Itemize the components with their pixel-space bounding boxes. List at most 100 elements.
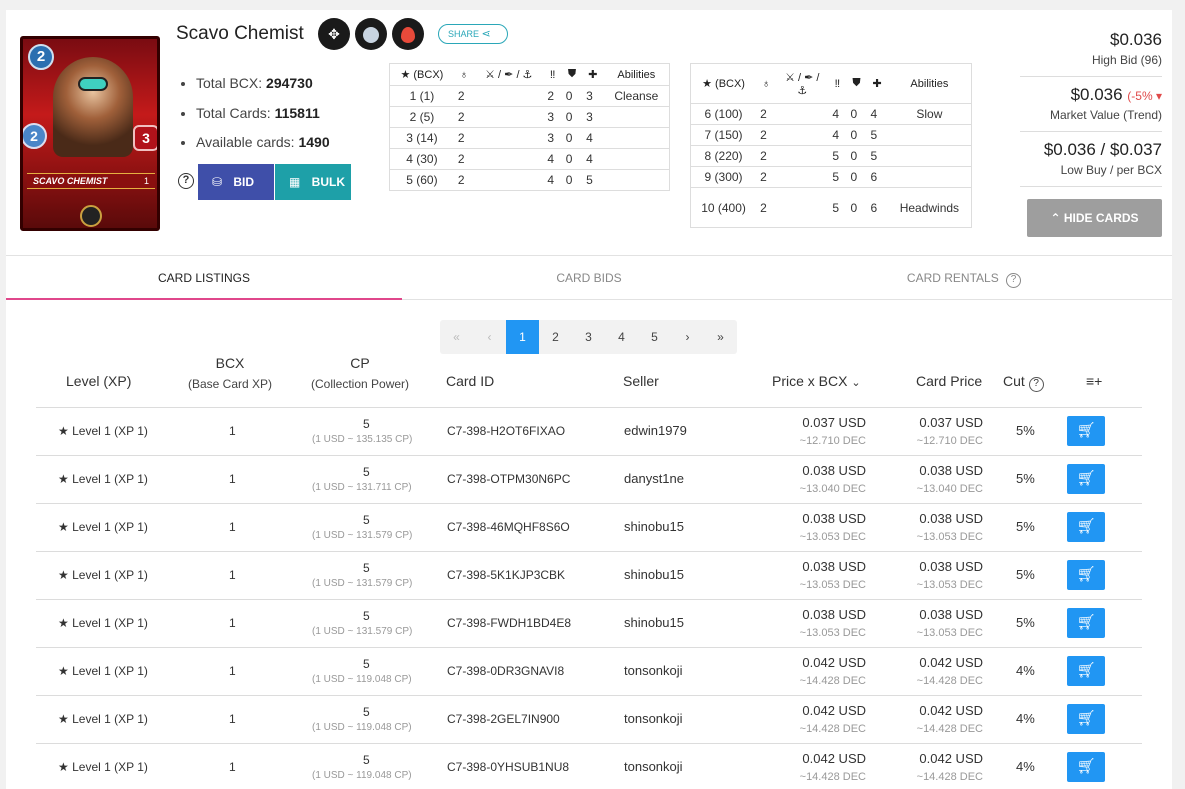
tab-card-listings[interactable]: CARD LISTINGS xyxy=(6,256,402,300)
health-cell: 6 xyxy=(866,187,888,228)
armor-col-icon: ⛊ xyxy=(846,63,867,104)
seller-cell[interactable]: shinobu15 xyxy=(624,519,684,534)
help-icon[interactable]: ? xyxy=(1028,377,1044,392)
add-to-cart-button[interactable]: 🛒︎ xyxy=(1067,464,1105,494)
seller-cell[interactable]: tonsonkoji xyxy=(624,711,683,726)
page-3[interactable]: 3 xyxy=(572,320,605,354)
stat-total-bcx-label: Total BCX: xyxy=(196,75,263,91)
speed-cell: 5 xyxy=(828,187,847,228)
col-cut[interactable]: Cut ? xyxy=(1003,373,1044,392)
card-character-art xyxy=(53,57,133,157)
col-cut-label: Cut xyxy=(1003,373,1025,389)
health-cell: 4 xyxy=(866,103,888,125)
level-row: 5 (60) 2 4 0 5 xyxy=(389,169,670,191)
hide-cards-label: HIDE CARDS xyxy=(1063,211,1139,225)
col-level[interactable]: Level (XP) xyxy=(66,373,131,389)
col-cp[interactable]: CP (Collection Power) xyxy=(311,355,409,391)
card-id-cell[interactable]: C7-398-46MQHF8S6O xyxy=(447,520,570,534)
col-price-bcx[interactable]: Price x BCX ⌄ xyxy=(772,373,861,389)
card-price-dec: ~12.710 DEC xyxy=(916,435,983,447)
low-buy-value: $0.036 / $0.037 xyxy=(1043,140,1162,159)
cart-plus-icon: 🛒︎ xyxy=(1076,422,1096,439)
col-card-id[interactable]: Card ID xyxy=(446,373,494,389)
cp-rate: (1 USD ~ 131.579 CP) xyxy=(312,578,413,589)
seller-cell[interactable]: danyst1ne xyxy=(624,471,684,486)
col-seller[interactable]: Seller xyxy=(623,373,659,389)
price-bcx-dec: ~13.053 DEC xyxy=(799,531,866,543)
speed-cell: 2 xyxy=(543,85,562,107)
col-bcx[interactable]: BCX (Base Card XP) xyxy=(188,355,272,391)
add-to-cart-button[interactable]: 🛒︎ xyxy=(1067,656,1105,686)
card-id-cell[interactable]: C7-398-5K1KJP3CBK xyxy=(447,568,565,582)
page-4[interactable]: 4 xyxy=(605,320,638,354)
page-1[interactable]: 1 xyxy=(506,320,539,354)
ability-icon xyxy=(80,205,102,227)
ability-cell xyxy=(887,124,972,146)
speed-cell: 3 xyxy=(543,127,562,149)
seller-cell[interactable]: tonsonkoji xyxy=(624,759,683,774)
add-to-cart-button[interactable]: 🛒︎ xyxy=(1067,752,1105,782)
card-price-cell: 0.038 USD xyxy=(919,559,983,574)
page-next[interactable]: › xyxy=(671,320,704,354)
page-5[interactable]: 5 xyxy=(638,320,671,354)
xp-value: (XP 1) xyxy=(114,760,148,774)
page-2[interactable]: 2 xyxy=(539,320,572,354)
card-id-cell[interactable]: C7-398-2GEL7IN900 xyxy=(447,712,560,726)
card-id-cell[interactable]: C7-398-0YHSUB1NU8 xyxy=(447,760,569,774)
card-price-dec: ~14.428 DEC xyxy=(916,675,983,687)
page-prev[interactable]: ‹ xyxy=(473,320,506,354)
card-id-cell[interactable]: C7-398-H2OT6FIXAO xyxy=(447,424,565,438)
cart-plus-icon: 🛒︎ xyxy=(1076,566,1096,583)
attack-cell xyxy=(474,148,544,170)
tab-card-bids[interactable]: CARD BIDS xyxy=(391,256,787,300)
tab-card-rentals[interactable]: CARD RENTALS ? xyxy=(766,256,1162,300)
add-to-cart-button[interactable]: 🛒︎ xyxy=(1067,560,1105,590)
card-id-cell[interactable]: C7-398-OTPM30N6PC xyxy=(447,472,570,486)
card-id-cell[interactable]: C7-398-0DR3GNAVI8 xyxy=(447,664,564,678)
column-settings-icon[interactable]: ≡+ xyxy=(1086,373,1102,389)
seller-cell[interactable]: tonsonkoji xyxy=(624,663,683,678)
bid-button[interactable]: ⛁ BID xyxy=(198,164,274,200)
level-cell: ★ Level 1 (XP 1) xyxy=(58,664,148,678)
add-to-cart-button[interactable]: 🛒︎ xyxy=(1067,608,1105,638)
seller-cell[interactable]: edwin1979 xyxy=(624,423,687,438)
add-to-cart-button[interactable]: 🛒︎ xyxy=(1067,704,1105,734)
seller-cell[interactable]: shinobu15 xyxy=(624,567,684,582)
cp-rate: (1 USD ~ 131.579 CP) xyxy=(312,530,413,541)
add-to-cart-button[interactable]: 🛒︎ xyxy=(1067,512,1105,542)
help-icon[interactable]: ? xyxy=(1006,273,1022,288)
hide-cards-button[interactable]: ⌃ HIDE CARDS xyxy=(1027,199,1162,237)
market-trend: (-5% xyxy=(1127,89,1153,103)
page-first[interactable]: « xyxy=(440,320,473,354)
speed-cell: 5 xyxy=(828,166,847,188)
card-id-cell[interactable]: C7-398-FWDH1BD4E8 xyxy=(447,616,571,630)
chevron-up-icon: ⌃ xyxy=(1050,211,1064,225)
mana-cell: 2 xyxy=(453,148,475,170)
armor-cell: 0 xyxy=(561,85,583,107)
mana-cell: 2 xyxy=(756,124,777,146)
armor-cell: 0 xyxy=(561,106,583,128)
cart-plus-icon: 🛒︎ xyxy=(1076,518,1096,535)
stat-total-bcx: Total BCX: 294730 xyxy=(181,75,330,105)
xp-value: (XP 1) xyxy=(114,616,148,630)
armor-cell: 0 xyxy=(846,145,867,167)
col-price-bcx-label: Price x BCX xyxy=(772,373,848,389)
health-col-icon: ✚ xyxy=(582,63,604,86)
cut-cell: 4% xyxy=(1016,663,1035,678)
cut-cell: 5% xyxy=(1016,615,1035,630)
attack-cell xyxy=(776,187,829,228)
page-last[interactable]: » xyxy=(704,320,737,354)
price-bcx-cell: 0.038 USD xyxy=(802,463,866,478)
col-card-price[interactable]: Card Price xyxy=(916,373,982,389)
bulk-button[interactable]: ▦ BULK xyxy=(275,164,351,200)
star-icon: ★ xyxy=(58,520,73,534)
seller-cell[interactable]: shinobu15 xyxy=(624,615,684,630)
add-to-cart-button[interactable]: 🛒︎ xyxy=(1067,416,1105,446)
ability-cell: Headwinds xyxy=(887,187,972,228)
help-icon[interactable]: ? xyxy=(178,173,194,189)
share-button[interactable]: SHARE ⋖ xyxy=(438,24,508,44)
price-bcx-dec: ~13.053 DEC xyxy=(799,579,866,591)
stat-available-cards-value: 1490 xyxy=(298,134,330,150)
price-bcx-cell: 0.038 USD xyxy=(802,559,866,574)
price-bcx-cell: 0.042 USD xyxy=(802,703,866,718)
